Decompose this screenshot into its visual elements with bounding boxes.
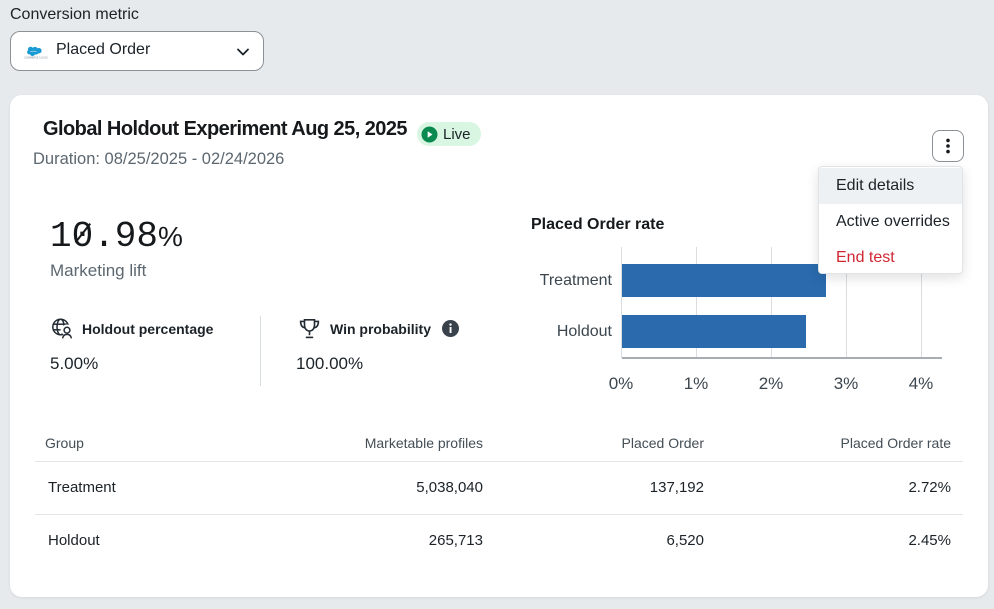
svg-text:COMMERCE CLOUD: COMMERCE CLOUD [24, 57, 48, 60]
svg-text:salesfor: salesfor [30, 50, 37, 53]
